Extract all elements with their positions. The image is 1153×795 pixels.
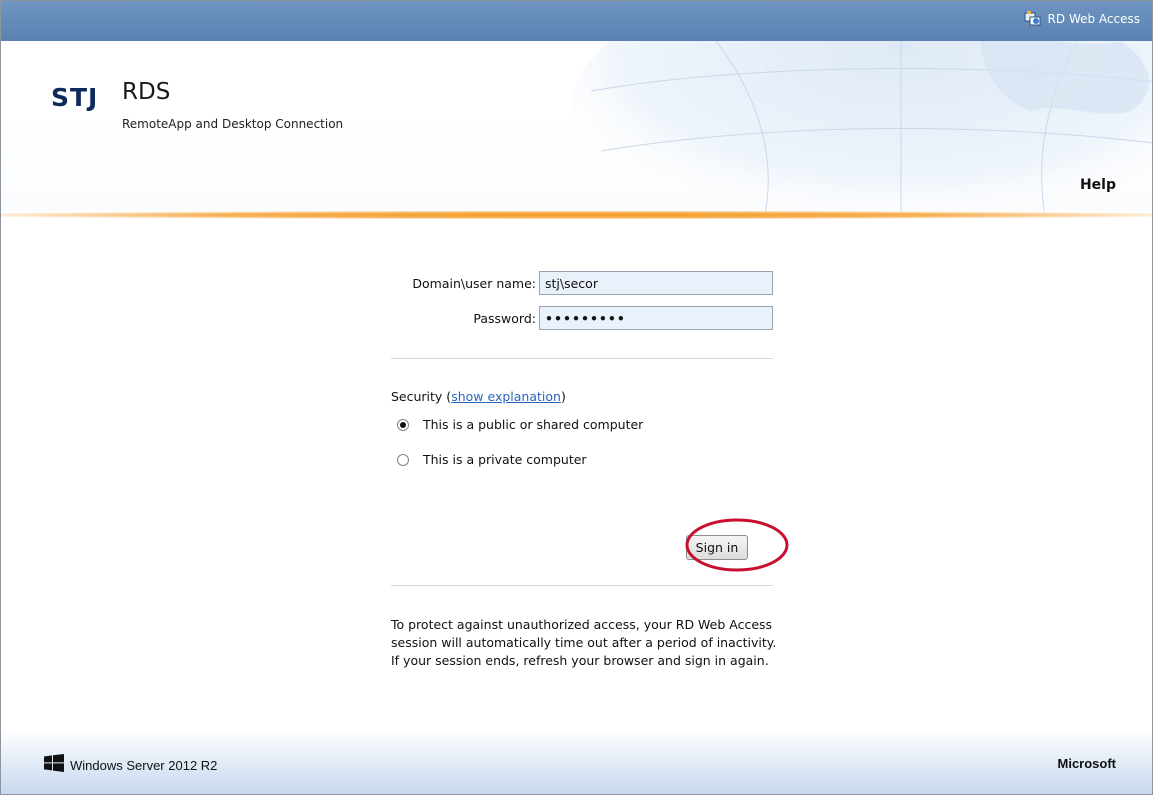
windows-server-brand: Windows Server 2012 R2 — [44, 754, 217, 776]
private-computer-option[interactable]: This is a private computer — [397, 452, 587, 467]
rd-web-access-title: RD Web Access — [1047, 12, 1140, 26]
rd-web-access-icon — [1024, 10, 1042, 28]
orange-divider — [1, 211, 1152, 219]
globe-background — [571, 41, 1152, 211]
highlight-circle — [685, 518, 789, 572]
show-explanation-link[interactable]: show explanation — [451, 389, 561, 404]
app-title: RDS — [122, 79, 171, 105]
app-subtitle: RemoteApp and Desktop Connection — [122, 117, 344, 131]
username-input[interactable]: stj\secor — [539, 271, 773, 295]
rd-web-access-title-area: RD Web Access — [1024, 10, 1140, 28]
stj-logo: STJ — [51, 83, 99, 112]
session-timeout-note: To protect against unauthorized access, … — [391, 617, 777, 668]
public-computer-option[interactable]: This is a public or shared computer — [397, 417, 643, 432]
public-computer-label: This is a public or shared computer — [423, 417, 644, 432]
footer: Windows Server 2012 R2 Microsoft — [1, 729, 1152, 794]
password-input[interactable]: ••••••••• — [539, 306, 773, 330]
header: STJ RDS RemoteApp and Desktop Connection… — [1, 41, 1152, 211]
security-label: Security (show explanation) — [391, 389, 566, 404]
form-separator-bottom — [391, 585, 773, 586]
security-text: Security ( — [391, 389, 452, 404]
form-separator-top — [391, 358, 773, 359]
public-computer-radio[interactable] — [397, 418, 409, 431]
microsoft-label: Microsoft — [1057, 756, 1117, 771]
rd-web-access-page: RD Web Access STJ RDS RemoteApp and Desk… — [0, 0, 1153, 795]
private-computer-label: This is a private computer — [423, 452, 587, 467]
windows-logo-icon — [44, 754, 64, 776]
password-row: Password: ••••••••• — [391, 306, 773, 330]
username-row: Domain\user name: stj\secor — [391, 271, 773, 295]
username-label: Domain\user name: — [412, 275, 536, 291]
password-label: Password: — [473, 310, 536, 326]
security-close-paren: ) — [560, 389, 566, 404]
windows-server-label: Windows Server 2012 R2 — [70, 757, 218, 773]
top-bar: RD Web Access — [1, 1, 1152, 41]
help-link[interactable]: Help — [1080, 177, 1116, 193]
private-computer-radio[interactable] — [397, 453, 409, 466]
